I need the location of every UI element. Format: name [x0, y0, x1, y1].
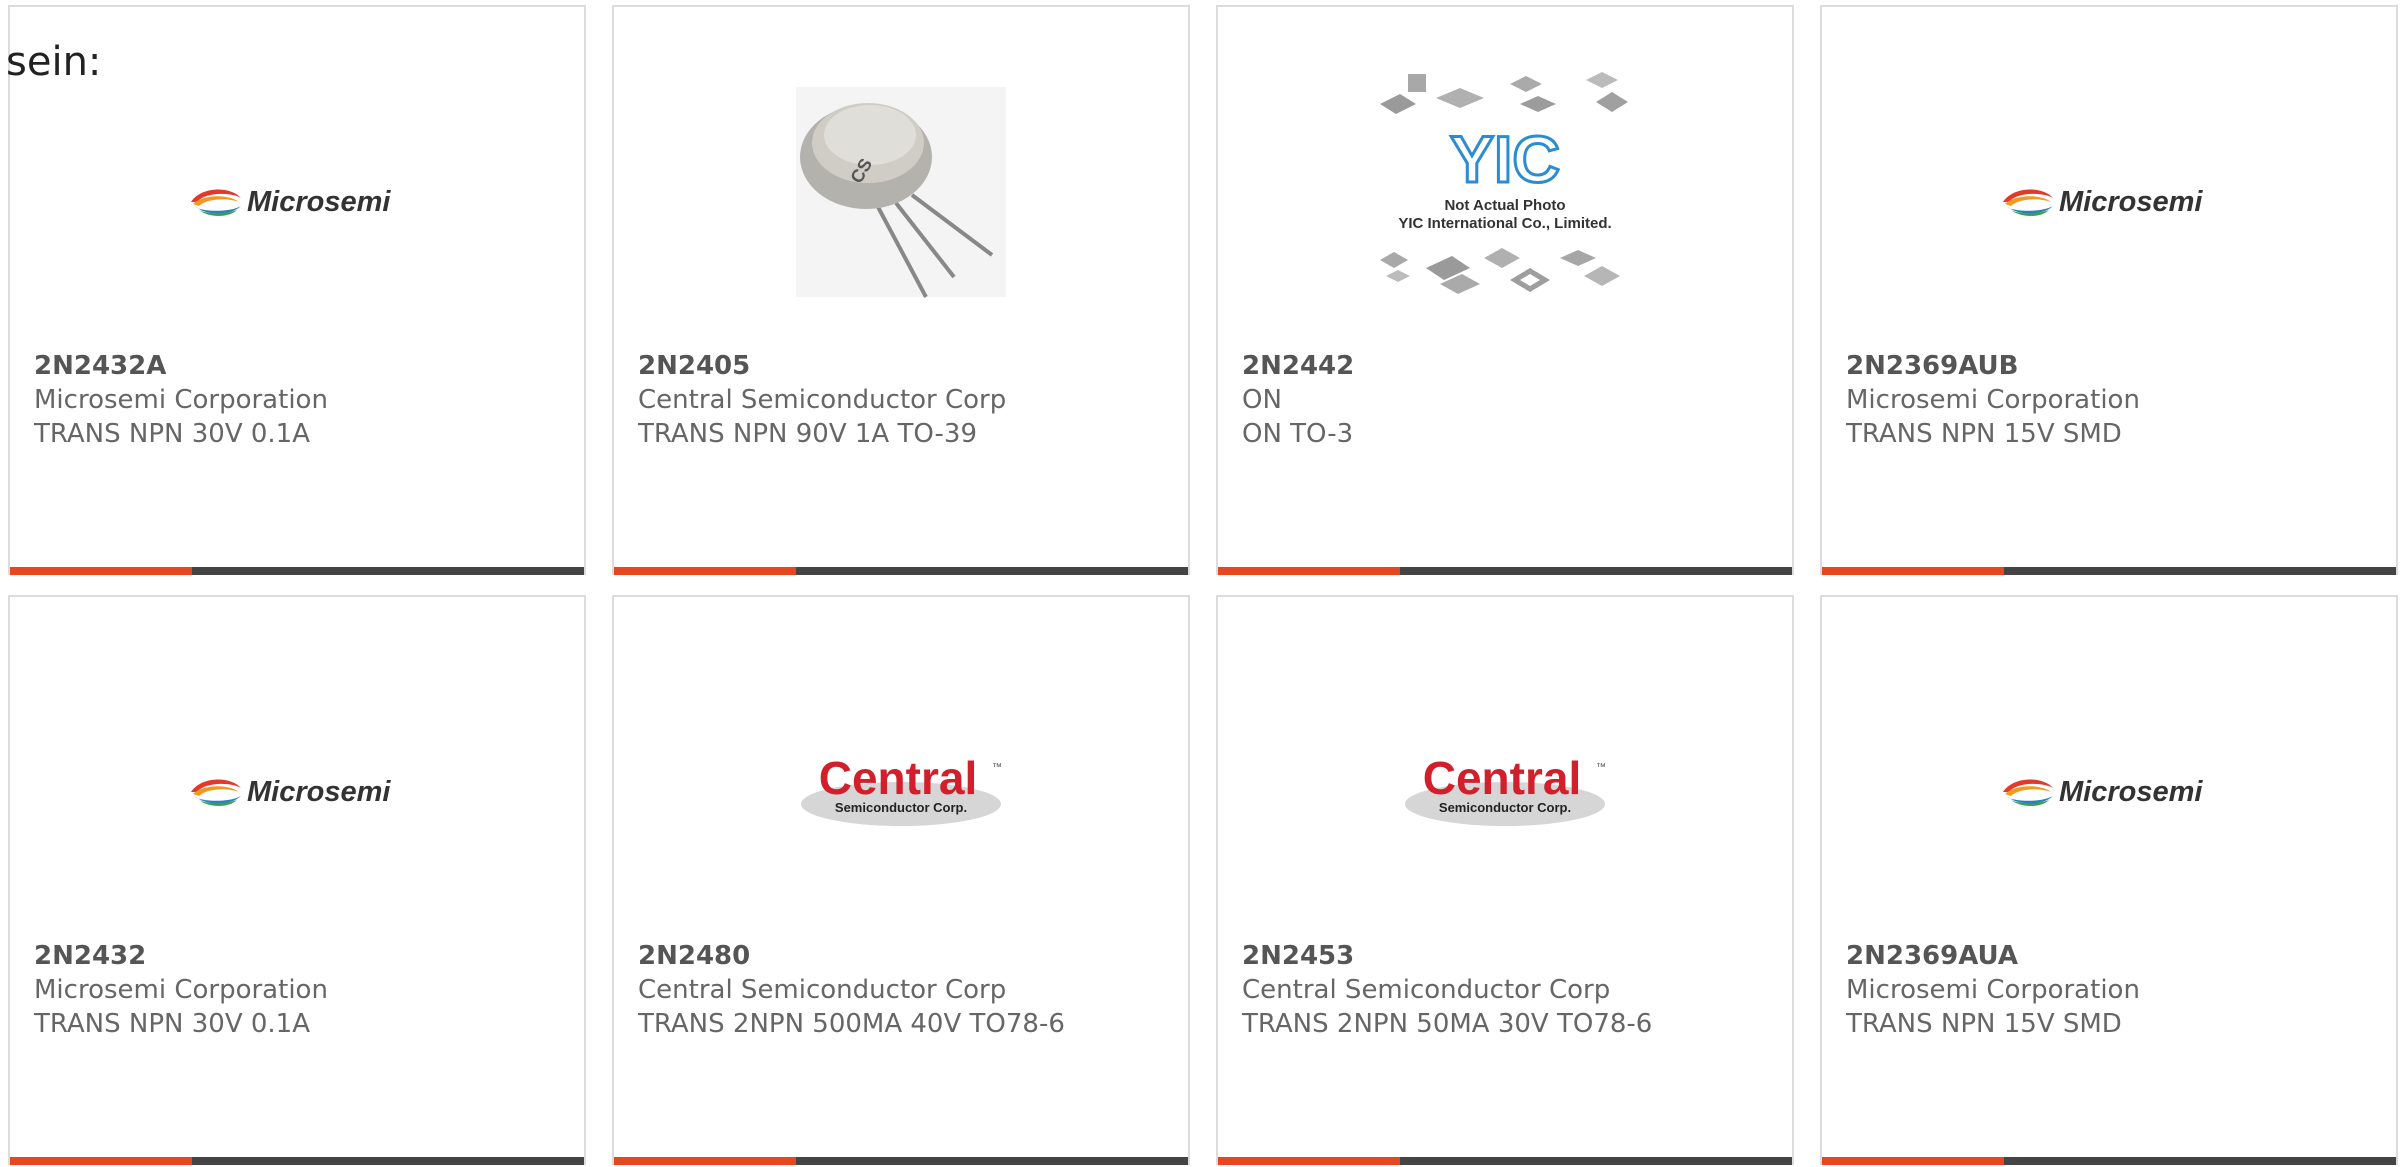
manufacturer: Microsemi Corporation [34, 385, 328, 415]
card-bottom-bar [614, 1157, 1188, 1165]
card-bottom-bar [1218, 567, 1792, 575]
part-number[interactable]: 2N2432A [34, 349, 574, 383]
description: TRANS NPN 30V 0.1A [34, 419, 311, 449]
manufacturer: Central Semiconductor Corp [638, 385, 1007, 415]
card-bottom-bar [1822, 567, 2396, 575]
manufacturer: Microsemi Corporation [34, 975, 328, 1005]
svg-text:Microsemi: Microsemi [2059, 776, 2203, 808]
card-bottom-bar [1218, 1157, 1792, 1165]
svg-text:Microsemi: Microsemi [247, 186, 391, 218]
product-card[interactable]: Central ™ Semiconductor Corp. 2N2453 Cen… [1216, 595, 1794, 1165]
card-bottom-bar [10, 1157, 584, 1165]
microsemi-logo: Microsemi [1822, 647, 2396, 937]
product-card[interactable]: CS 2N2405 Central Semiconductor Corp TRA… [612, 5, 1190, 575]
svg-text:YIC International Co., Limited: YIC International Co., Limited. [1398, 215, 1611, 232]
card-bottom-bar [10, 567, 584, 575]
card-bottom-bar [614, 567, 1188, 575]
svg-text:Central: Central [1423, 752, 1581, 804]
description: TRANS 2NPN 50MA 30V TO78-6 [1242, 1009, 1653, 1039]
manufacturer: ON [1242, 385, 1282, 415]
part-number[interactable]: 2N2442 [1242, 349, 1782, 383]
svg-text:Semiconductor Corp.: Semiconductor Corp. [1439, 800, 1571, 815]
svg-text:Microsemi: Microsemi [247, 776, 391, 808]
part-number[interactable]: 2N2453 [1242, 939, 1782, 973]
product-grid: Microsemi 2N2432A Microsemi Corporation … [8, 5, 2400, 1165]
product-card[interactable]: Microsemi 2N2369AUB Microsemi Corporatio… [1820, 5, 2398, 575]
svg-text:YIC: YIC [1450, 122, 1560, 196]
product-card[interactable]: YIC Not Actual Photo YIC International C… [1216, 5, 1794, 575]
svg-text:Semiconductor Corp.: Semiconductor Corp. [835, 800, 967, 815]
central-logo: Central ™ Semiconductor Corp. [614, 647, 1188, 937]
part-number[interactable]: 2N2480 [638, 939, 1178, 973]
product-card[interactable]: Central ™ Semiconductor Corp. 2N2480 Cen… [612, 595, 1190, 1165]
central-logo: Central ™ Semiconductor Corp. [1218, 647, 1792, 937]
to39-transistor-photo: CS [614, 57, 1188, 347]
svg-text:™: ™ [1596, 762, 1606, 773]
microsemi-logo: Microsemi [10, 647, 584, 937]
part-number[interactable]: 2N2405 [638, 349, 1178, 383]
card-bottom-bar [1822, 1157, 2396, 1165]
svg-text:Not Actual Photo: Not Actual Photo [1444, 197, 1565, 214]
description: TRANS 2NPN 500MA 40V TO78-6 [638, 1009, 1065, 1039]
product-card[interactable]: Microsemi 2N2432 Microsemi Corporation T… [8, 595, 586, 1165]
intro-text: sein: [6, 39, 102, 85]
manufacturer: Central Semiconductor Corp [638, 975, 1007, 1005]
svg-text:™: ™ [992, 762, 1002, 773]
part-number[interactable]: 2N2432 [34, 939, 574, 973]
part-number[interactable]: 2N2369AUB [1846, 349, 2386, 383]
product-card[interactable]: Microsemi 2N2432A Microsemi Corporation … [8, 5, 586, 575]
description: ON TO-3 [1242, 419, 1354, 449]
part-number[interactable]: 2N2369AUA [1846, 939, 2386, 973]
microsemi-logo: Microsemi [1822, 57, 2396, 347]
manufacturer: Microsemi Corporation [1846, 975, 2140, 1005]
product-card[interactable]: Microsemi 2N2369AUA Microsemi Corporatio… [1820, 595, 2398, 1165]
manufacturer: Central Semiconductor Corp [1242, 975, 1611, 1005]
yic-placeholder-image: YIC Not Actual Photo YIC International C… [1218, 47, 1792, 337]
description: TRANS NPN 15V SMD [1846, 1009, 2122, 1039]
svg-text:Central: Central [819, 752, 977, 804]
description: TRANS NPN 30V 0.1A [34, 1009, 311, 1039]
description: TRANS NPN 90V 1A TO-39 [638, 419, 978, 449]
description: TRANS NPN 15V SMD [1846, 419, 2122, 449]
manufacturer: Microsemi Corporation [1846, 385, 2140, 415]
svg-text:Microsemi: Microsemi [2059, 186, 2203, 218]
microsemi-logo: Microsemi [10, 57, 584, 347]
